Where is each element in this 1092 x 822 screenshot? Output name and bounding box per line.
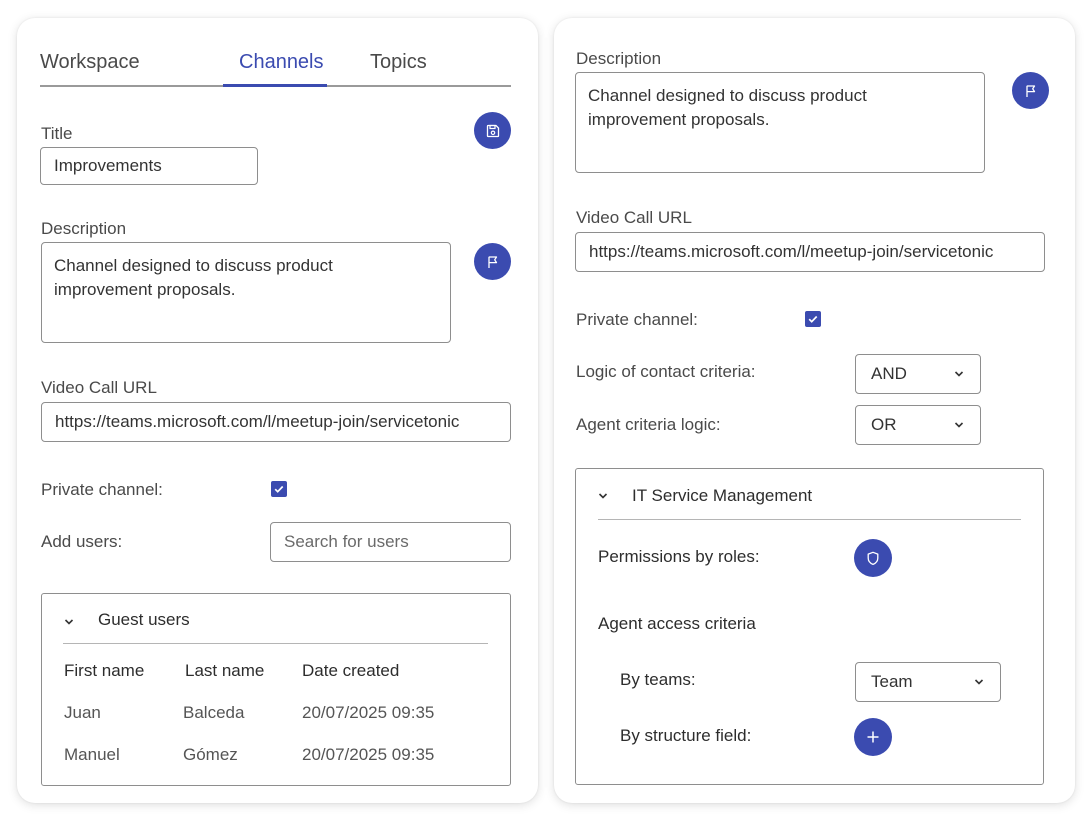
table-cell-date-created: 20/07/2025 09:35 xyxy=(302,745,435,764)
column-header-date-created: Date created xyxy=(302,661,400,680)
table-cell-date-created: 20/07/2025 09:35 xyxy=(302,703,435,722)
save-icon xyxy=(486,124,499,137)
channel-settings-card-right: Description Channel designed to discuss … xyxy=(554,18,1075,803)
by-teams-select[interactable]: Team xyxy=(855,662,1001,702)
itsm-divider xyxy=(598,519,1021,520)
it-service-management-title: IT Service Management xyxy=(632,486,813,505)
chevron-down-icon xyxy=(974,679,984,685)
table-cell-first-name: Manuel xyxy=(64,745,120,764)
tab-channels[interactable]: Channels xyxy=(239,51,324,74)
private-channel-label: Private channel: xyxy=(576,310,698,329)
by-structure-label: By structure field: xyxy=(620,726,752,745)
chevron-down-icon xyxy=(954,422,964,428)
permissions-button[interactable] xyxy=(854,539,892,577)
description-textarea[interactable]: Channel designed to discuss product impr… xyxy=(575,72,985,173)
guest-users-title: Guest users xyxy=(98,610,190,629)
chevron-down-icon[interactable] xyxy=(63,617,75,627)
description-label: Description xyxy=(576,49,662,68)
shield-icon xyxy=(867,551,879,565)
plus-icon xyxy=(867,731,879,743)
description-textarea[interactable]: Channel designed to discuss product impr… xyxy=(41,242,451,343)
by-teams-value: Team xyxy=(871,672,913,691)
contact-logic-select[interactable]: AND xyxy=(855,354,981,394)
check-icon xyxy=(808,315,818,323)
active-tab-indicator xyxy=(223,84,327,87)
video-url-input[interactable]: https://teams.microsoft.com/l/meetup-joi… xyxy=(575,232,1045,272)
contact-logic-label: Logic of contact criteria: xyxy=(576,362,756,381)
channel-settings-card-left: Workspace Channels Topics Title Improvem… xyxy=(17,18,538,803)
permissions-label: Permissions by roles: xyxy=(598,547,760,566)
guest-users-divider xyxy=(63,643,488,644)
title-input[interactable]: Improvements xyxy=(40,147,258,185)
agent-access-label: Agent access criteria xyxy=(598,614,756,633)
flag-button[interactable] xyxy=(474,243,511,280)
flag-button[interactable] xyxy=(1012,72,1049,109)
chevron-down-icon xyxy=(954,371,964,377)
video-url-input[interactable]: https://teams.microsoft.com/l/meetup-joi… xyxy=(41,402,511,442)
private-channel-label: Private channel: xyxy=(41,480,163,499)
private-channel-checkbox[interactable] xyxy=(805,311,821,327)
add-users-label: Add users: xyxy=(41,532,123,551)
agent-logic-select[interactable]: OR xyxy=(855,405,981,445)
by-teams-label: By teams: xyxy=(620,670,696,689)
table-cell-last-name: Gómez xyxy=(183,745,238,764)
title-label: Title xyxy=(41,124,73,143)
flag-icon xyxy=(487,255,497,268)
chevron-down-icon[interactable] xyxy=(597,491,609,501)
guest-users-panel: Guest users First name Last name Date cr… xyxy=(41,593,511,786)
table-cell-last-name: Balceda xyxy=(183,703,245,722)
contact-logic-value: AND xyxy=(871,364,907,383)
check-icon xyxy=(274,485,284,493)
tab-workspace[interactable]: Workspace xyxy=(40,51,140,74)
table-cell-first-name: Juan xyxy=(64,703,101,722)
column-header-first-name: First name xyxy=(64,661,145,680)
agent-logic-label: Agent criteria logic: xyxy=(576,415,721,434)
private-channel-checkbox[interactable] xyxy=(271,481,287,497)
video-url-label: Video Call URL xyxy=(41,378,157,397)
flag-icon xyxy=(1025,84,1035,97)
column-header-last-name: Last name xyxy=(185,661,265,680)
description-label: Description xyxy=(41,219,127,238)
tab-topics[interactable]: Topics xyxy=(370,51,427,74)
video-url-label: Video Call URL xyxy=(576,208,692,227)
it-service-management-panel: IT Service Management Permissions by rol… xyxy=(575,468,1044,785)
add-structure-field-button[interactable] xyxy=(854,718,892,756)
agent-logic-value: OR xyxy=(871,415,897,434)
search-users-input[interactable]: Search for users xyxy=(270,522,511,562)
save-button[interactable] xyxy=(474,112,511,149)
